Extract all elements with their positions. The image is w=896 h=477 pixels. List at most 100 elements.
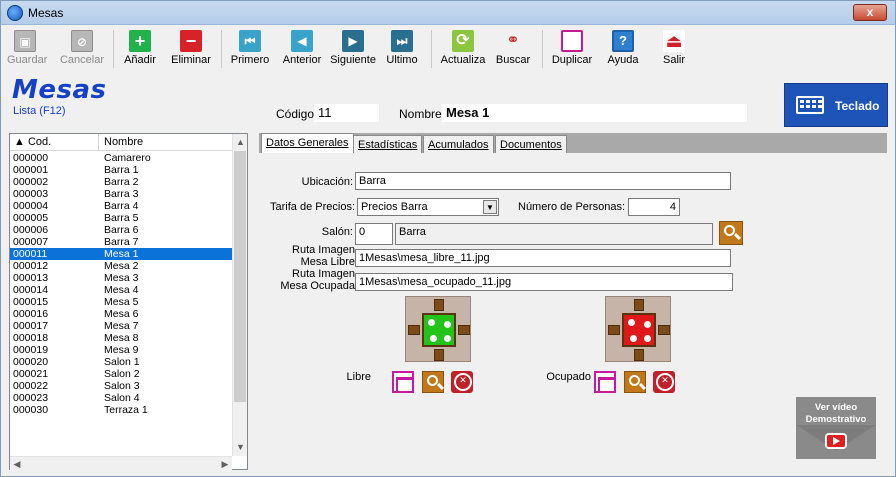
list-rows: 000000 Camarero 000001 Barra 1 000002 Barra 2… (10, 152, 232, 456)
primero-button[interactable]: ⏮ Primero (229, 26, 271, 72)
list-item-nombre: Mesa 9 (104, 344, 139, 356)
list-item-nombre: Mesa 1 (104, 248, 139, 260)
list-item[interactable]: 000030 Terraza 1 (10, 404, 232, 416)
teclado-button[interactable]: Teclado (784, 83, 888, 127)
list-item[interactable]: 000011 Mesa 1 (10, 248, 232, 260)
list-item[interactable]: 000006 Barra 6 (10, 224, 232, 236)
siguiente-button[interactable]: ▶ Siguiente (328, 26, 378, 72)
list-item[interactable]: 000005 Barra 5 (10, 212, 232, 224)
tab-estadisticas[interactable]: Estadísticas (353, 135, 423, 153)
list-item[interactable]: 000023 Salon 4 (10, 392, 232, 404)
list-item[interactable]: 000017 Mesa 7 (10, 320, 232, 332)
salon-search-button[interactable] (719, 221, 743, 245)
scroll-up-icon[interactable]: ▲ (233, 134, 248, 150)
list-item[interactable]: 000014 Mesa 4 (10, 284, 232, 296)
list-item-cod: 000023 (13, 392, 49, 404)
tarifa-select[interactable]: Precios Barra ▼ (357, 198, 499, 216)
tab-documentos[interactable]: Documentos (495, 135, 567, 153)
close-button[interactable]: x (853, 4, 887, 21)
list-item[interactable]: 000003 Barra 3 (10, 188, 232, 200)
list-item[interactable]: 000000 Camarero (10, 152, 232, 164)
list-item[interactable]: 000018 Mesa 8 (10, 332, 232, 344)
ocupado-search-button[interactable] (624, 371, 647, 393)
toolbar-separator (221, 30, 222, 68)
buscar-button[interactable]: ⚭ Buscar (494, 26, 532, 72)
video-line-2: Demostrativo (805, 414, 867, 425)
list-item-nombre: Mesa 3 (104, 272, 139, 284)
tab-acumulados[interactable]: Acumulados (423, 135, 494, 153)
scroll-left-icon[interactable]: ◀ (10, 457, 24, 471)
column-divider[interactable] (98, 134, 99, 151)
actualiza-button[interactable]: ⟳ Actualiza (439, 26, 487, 72)
list-item[interactable]: 000016 Mesa 6 (10, 308, 232, 320)
ayuda-button[interactable]: ? Ayuda (605, 26, 641, 72)
list-item-cod: 000000 (13, 152, 49, 164)
personas-field[interactable]: 4 (628, 198, 680, 216)
scroll-down-icon[interactable]: ▼ (233, 439, 248, 455)
mesas-list: ▲ Cod. Nombre 000000 Camarero 000001 Barra … (9, 133, 248, 470)
codigo-label: Código: (276, 107, 318, 121)
list-item[interactable]: 000004 Barra 4 (10, 200, 232, 212)
libre-delete-icon[interactable] (451, 371, 473, 393)
ubicacion-label: Ubicación: (301, 176, 353, 188)
anterior-button[interactable]: ◀ Anterior (280, 26, 324, 72)
list-item-nombre: Terraza 1 (104, 404, 148, 416)
duplicar-button[interactable]: Duplicar (550, 26, 594, 72)
list-item-nombre: Mesa 5 (104, 296, 139, 308)
list-item[interactable]: 000021 Salon 2 (10, 368, 232, 380)
toolbar: ▣ Guardar ⊘ Cancelar + Añadir − Eliminar… (1, 26, 895, 72)
list-item[interactable]: 000022 Salon 3 (10, 380, 232, 392)
list-item[interactable]: 000019 Mesa 9 (10, 344, 232, 356)
nombre-field[interactable]: Mesa 1 (442, 104, 747, 122)
list-item-nombre: Barra 1 (104, 164, 139, 176)
mesa-libre-image (405, 296, 471, 362)
salir-button[interactable]: ⏏ Salir (659, 26, 689, 72)
codigo-field[interactable]: 11 (314, 104, 379, 122)
next-icon: ▶ (342, 30, 364, 52)
column-header-cod[interactable]: ▲ Cod. (14, 136, 51, 148)
list-item-nombre: Mesa 2 (104, 260, 139, 272)
chevron-down-icon[interactable]: ▼ (483, 200, 497, 214)
horizontal-scrollbar[interactable]: ◀ ▶ (10, 456, 232, 470)
tab-datos-generales[interactable]: Datos Generales (261, 133, 354, 153)
list-item-cod: 000013 (13, 272, 49, 284)
libre-folder-icon[interactable] (392, 371, 414, 393)
list-item-cod: 000017 (13, 320, 49, 332)
datos-generales-panel: Ubicación: Barra Tarifa de Precios: Prec… (259, 153, 887, 469)
tab-strip: Datos Generales Estadísticas Acumulados … (259, 133, 887, 153)
eliminar-button[interactable]: − Eliminar (170, 26, 212, 72)
list-item-cod: 000021 (13, 368, 49, 380)
ultimo-button[interactable]: ⏭ Ultimo (384, 26, 420, 72)
list-item-cod: 000006 (13, 224, 49, 236)
libre-search-button[interactable] (422, 371, 445, 393)
ocupado-delete-icon[interactable] (653, 371, 675, 393)
list-item-nombre: Barra 2 (104, 176, 139, 188)
scroll-thumb[interactable] (234, 151, 246, 402)
list-item-nombre: Barra 6 (104, 224, 139, 236)
anadir-button[interactable]: + Añadir (122, 26, 158, 72)
ruta-ocupada-field[interactable]: 1Mesas\mesa_ocupado_11.jpg (355, 273, 733, 291)
list-item-nombre: Salon 2 (104, 368, 140, 380)
list-item[interactable]: 000012 Mesa 2 (10, 260, 232, 272)
title-bar: Mesas x (1, 1, 895, 25)
refresh-icon: ⟳ (452, 30, 474, 52)
vertical-scrollbar[interactable]: ▲ ▼ (232, 134, 247, 456)
list-item[interactable]: 000002 Barra 2 (10, 176, 232, 188)
ocupado-folder-icon[interactable] (594, 371, 616, 393)
list-item[interactable]: 000015 Mesa 5 (10, 296, 232, 308)
ubicacion-field[interactable]: Barra (355, 172, 731, 190)
list-item-cod: 000014 (13, 284, 49, 296)
binoculars-icon: ⚭ (506, 32, 520, 49)
ruta-libre-field[interactable]: 1Mesas\mesa_libre_11.jpg (355, 249, 731, 267)
guardar-button[interactable]: ▣ Guardar (7, 26, 47, 72)
demo-video-button[interactable]: Ver vídeo Demostrativo (796, 397, 876, 459)
list-item[interactable]: 000020 Salon 1 (10, 356, 232, 368)
column-header-nombre[interactable]: Nombre (104, 136, 143, 148)
list-item[interactable]: 000007 Barra 7 (10, 236, 232, 248)
salon-code-field[interactable]: 0 (355, 223, 393, 245)
cancelar-button[interactable]: ⊘ Cancelar (59, 26, 105, 72)
list-item[interactable]: 000001 Barra 1 (10, 164, 232, 176)
list-item[interactable]: 000013 Mesa 3 (10, 272, 232, 284)
scroll-right-icon[interactable]: ▶ (218, 457, 232, 471)
list-item-nombre: Barra 4 (104, 200, 139, 212)
